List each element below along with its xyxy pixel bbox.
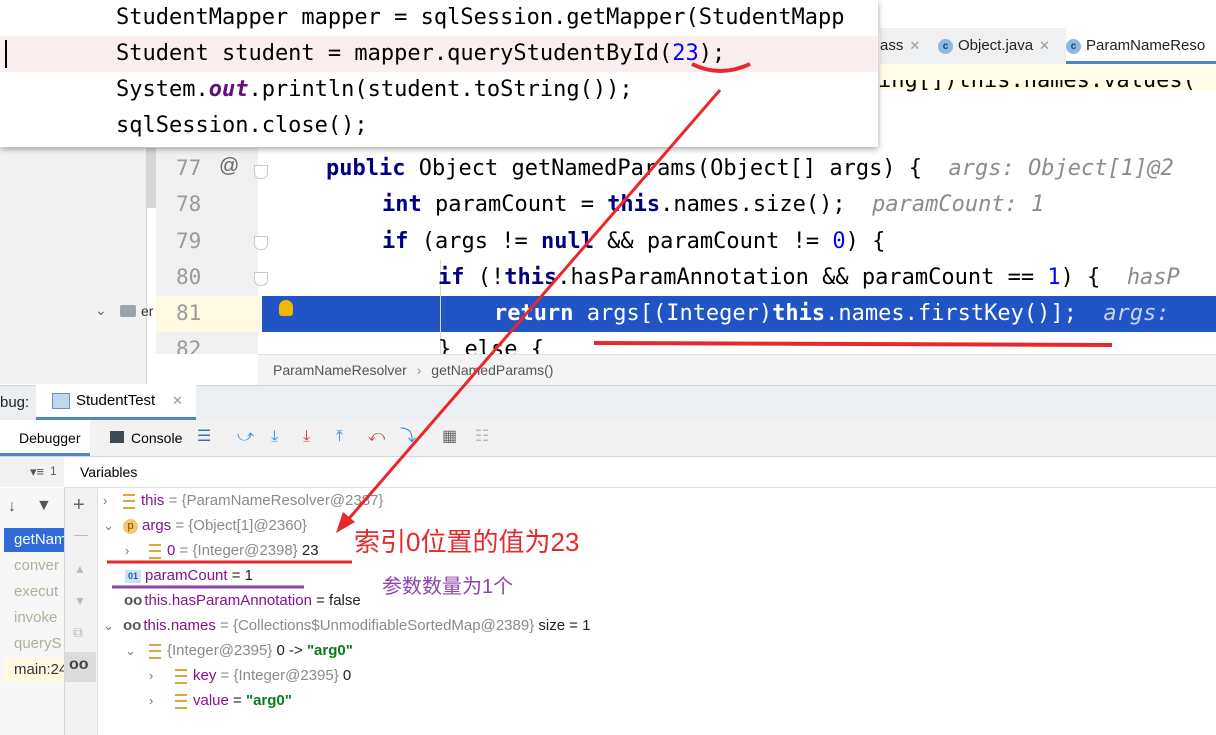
annotation-underline-return xyxy=(593,341,1113,347)
annotation-overlay xyxy=(107,62,1113,589)
annotation-arrow xyxy=(344,89,722,523)
annotation-underline-23 xyxy=(691,62,751,73)
annotation-red-note: 索引0位置的值为23 xyxy=(354,527,580,557)
annotation-purple-note: 参数数量为1个 xyxy=(382,576,514,598)
